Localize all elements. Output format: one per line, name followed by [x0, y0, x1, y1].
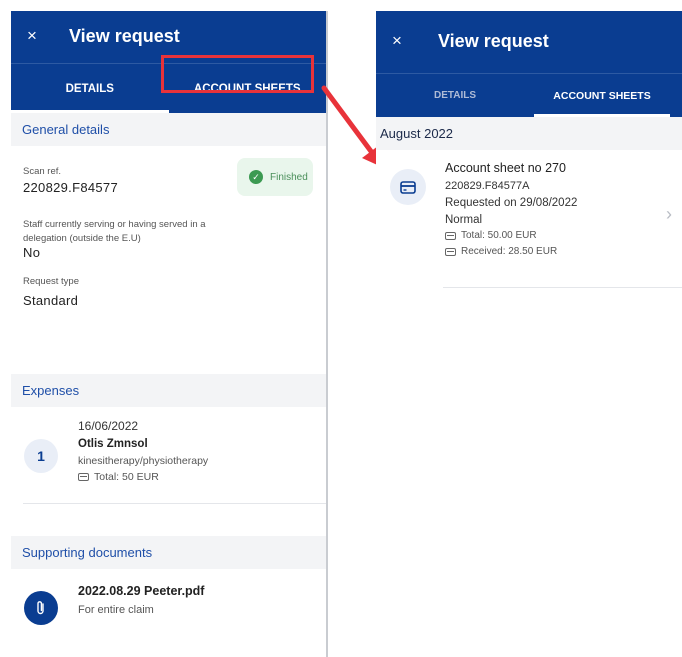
- expense-index-badge: 1: [24, 439, 58, 473]
- expense-details: 16/06/2022 Otlis Zmnsol kinesitherapy/ph…: [78, 419, 208, 483]
- account-sheet-ref: 220829.F84577A: [445, 180, 530, 192]
- tab-details-label: DETAILS: [65, 82, 114, 95]
- attachment-icon: [24, 591, 58, 625]
- header: × View request: [376, 11, 682, 73]
- document-name: 2022.08.29 Peeter.pdf: [78, 584, 205, 598]
- month-title: August 2022: [380, 126, 454, 141]
- close-icon[interactable]: ×: [392, 32, 402, 49]
- status-badge: ✓ Finished: [237, 158, 313, 196]
- sheet-total-line: Total: 50.00 EUR: [445, 230, 577, 241]
- active-tab-indicator: [534, 114, 670, 117]
- close-icon[interactable]: ×: [27, 27, 37, 44]
- wallet-icon: [445, 247, 456, 256]
- tab-account-sheets-label: ACCOUNT SHEETS: [553, 89, 651, 102]
- document-scope: For entire claim: [78, 604, 154, 616]
- wallet-icon: [78, 473, 89, 481]
- supporting-documents-title: Supporting documents: [22, 545, 153, 560]
- account-sheet-item[interactable]: Account sheet no 270 220829.F84577A Requ…: [376, 150, 682, 288]
- page-title: View request: [438, 31, 549, 51]
- divider: [443, 287, 682, 288]
- wallet-icon: [445, 231, 456, 240]
- document-item[interactable]: 2022.08.29 Peeter.pdf For entire claim: [11, 569, 326, 629]
- month-heading: August 2022: [376, 117, 682, 150]
- staff-value: No: [23, 245, 41, 260]
- tab-account-sheets[interactable]: ACCOUNT SHEETS: [534, 74, 670, 117]
- staff-label-line2: delegation (outside the E.U): [23, 233, 141, 244]
- header: × View request: [11, 11, 326, 63]
- document-details: 2022.08.29 Peeter.pdf For entire claim: [78, 584, 204, 616]
- expense-type: kinesitherapy/physiotherapy: [78, 455, 209, 467]
- divider: [23, 503, 326, 504]
- status-text: Finished: [270, 171, 308, 183]
- credit-card-icon: [390, 169, 426, 205]
- tab-details[interactable]: DETAILS: [376, 74, 534, 117]
- request-type-value: Standard: [23, 293, 79, 308]
- left-panel: × View request DETAILS ACCOUNT SHEETS Ge…: [11, 11, 328, 657]
- expense-name: Otlis Zmnsol: [78, 438, 148, 450]
- expense-item[interactable]: 1 16/06/2022 Otlis Zmnsol kinesitherapy/…: [11, 407, 326, 503]
- staff-label-line1: Staff currently serving or having served…: [23, 219, 206, 230]
- sheet-total: Total: 50.00 EUR: [461, 230, 537, 241]
- request-type-field: Request type Standard: [11, 276, 326, 308]
- expense-total: Total: 50 EUR: [94, 471, 159, 483]
- general-details-heading: General details: [11, 113, 326, 146]
- tab-account-sheets-label: ACCOUNT SHEETS: [193, 82, 301, 95]
- supporting-documents-heading: Supporting documents: [11, 536, 326, 569]
- account-sheet-title: Account sheet no 270: [445, 161, 566, 175]
- page-title: View request: [69, 26, 180, 46]
- sheet-received: Received: 28.50 EUR: [461, 246, 558, 257]
- request-type-label: Request type: [23, 276, 79, 287]
- sheet-received-line: Received: 28.50 EUR: [445, 246, 577, 257]
- general-details-title: General details: [22, 122, 110, 137]
- priority: Normal: [445, 214, 483, 226]
- expense-index: 1: [37, 448, 45, 464]
- tab-bar: DETAILS ACCOUNT SHEETS: [376, 73, 682, 117]
- expense-total-line: Total: 50 EUR: [78, 471, 208, 483]
- requested-date: Requested on 29/08/2022: [445, 197, 578, 209]
- right-panel: × View request DETAILS ACCOUNT SHEETS Au…: [376, 11, 682, 311]
- expenses-title: Expenses: [22, 383, 80, 398]
- active-tab-indicator: [11, 110, 169, 113]
- tab-details-label: DETAILS: [433, 90, 477, 101]
- chevron-right-icon[interactable]: ›: [666, 204, 672, 225]
- tab-bar: DETAILS ACCOUNT SHEETS: [11, 63, 326, 113]
- staff-field: Staff currently serving or having served…: [11, 219, 326, 260]
- expense-date: 16/06/2022: [78, 419, 139, 433]
- account-sheet-details: Account sheet no 270 220829.F84577A Requ…: [445, 161, 577, 257]
- tab-details[interactable]: DETAILS: [11, 64, 169, 113]
- tab-account-sheets[interactable]: ACCOUNT SHEETS: [169, 64, 327, 113]
- expenses-heading: Expenses: [11, 374, 326, 407]
- check-icon: ✓: [249, 170, 263, 184]
